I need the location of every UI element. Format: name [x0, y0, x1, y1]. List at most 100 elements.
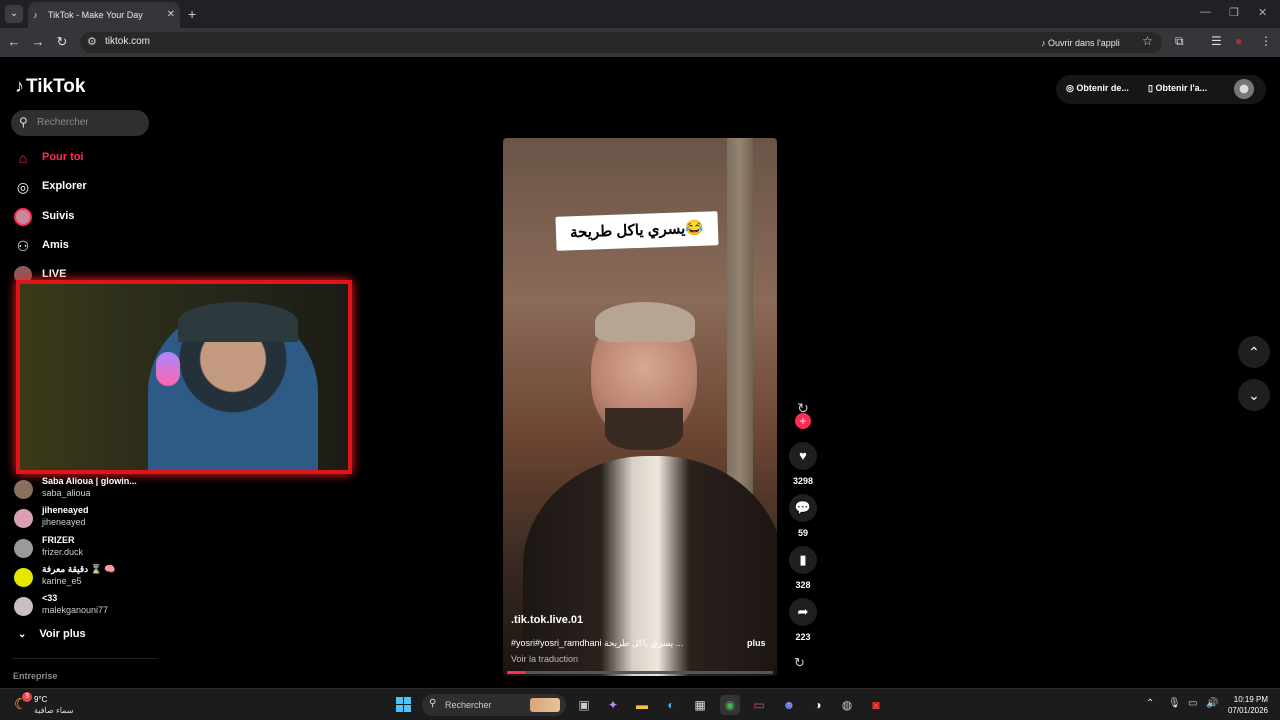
taskbar-search-placeholder: Rechercher: [445, 700, 492, 710]
open-in-app-button[interactable]: ♪ Ouvrir dans l'appli: [1036, 36, 1125, 51]
share-count: 223: [795, 632, 811, 642]
back-icon[interactable]: ←: [6, 34, 22, 50]
browser-menu-icon[interactable]: ⋮: [1260, 34, 1272, 48]
store-icon[interactable]: ▦: [690, 695, 710, 715]
following-account[interactable]: FRIZER frizer.duck: [14, 535, 164, 563]
like-button[interactable]: ♥: [789, 442, 817, 470]
comment-icon: 💬: [794, 500, 812, 515]
clock-date[interactable]: 07/01/2026: [1226, 706, 1268, 715]
video-player[interactable]: يسري ياكل طريحة😂 .tik.tok.live.01 #yosri…: [503, 138, 777, 676]
profile-icon[interactable]: ●: [1235, 34, 1242, 48]
streamer-cap: [178, 302, 298, 342]
nav-for-you[interactable]: ⌂ Pour toi: [14, 147, 164, 169]
account-handle: malekganouni77: [42, 605, 109, 615]
previous-video-button[interactable]: ⌃: [1238, 336, 1270, 368]
new-tab-button[interactable]: +: [188, 5, 196, 23]
volume-icon[interactable]: 🔊: [1206, 698, 1218, 709]
obs-icon[interactable]: ◑: [808, 695, 828, 715]
chrome-icon[interactable]: ◉: [720, 695, 740, 715]
windows-start-icon[interactable]: [396, 697, 412, 713]
video-sticker-text: يسري ياكل طريحة😂: [555, 211, 719, 251]
video-author[interactable]: .tik.tok.live.01: [511, 614, 583, 626]
see-translation-link[interactable]: Voir la traduction: [511, 654, 578, 664]
webcam-overlay: [16, 280, 352, 474]
get-app-button[interactable]: ▯ Obtenir l'a...: [1148, 83, 1207, 94]
comment-button[interactable]: 💬: [789, 494, 817, 522]
footer-entreprise[interactable]: Entreprise: [13, 671, 58, 681]
video-progress-bar[interactable]: [507, 671, 773, 674]
start-tile: [404, 705, 411, 712]
nav-friends[interactable]: ⚇ Amis: [14, 235, 164, 257]
microphone-icon[interactable]: 🎙: [1168, 698, 1181, 709]
site-info-icon[interactable]: ⚙: [87, 35, 97, 48]
following-account[interactable]: دقيقة معرفة ⌛ 🧠 karine_e5: [14, 564, 164, 592]
tab-close-icon[interactable]: ✕: [167, 2, 175, 28]
tiktok-logo[interactable]: ♪ TikTok: [15, 76, 85, 98]
following-account[interactable]: jiheneayed jiheneayed: [14, 505, 164, 533]
browser-toolbar: ← → ↻ ⚙ tiktok.com ♪ Ouvrir dans l'appli…: [0, 28, 1280, 57]
avatar: [14, 509, 33, 528]
start-tile: [404, 697, 411, 704]
address-bar[interactable]: ⚙ tiktok.com ♪ Ouvrir dans l'appli ☆: [80, 32, 1162, 53]
account-name: <33: [42, 593, 58, 603]
home-icon: ⌂: [18, 150, 28, 166]
discord-icon[interactable]: ☻: [779, 695, 799, 715]
reading-list-icon[interactable]: ☰: [1211, 34, 1222, 48]
nav-explore[interactable]: ◎ Explorer: [14, 176, 164, 198]
maximize-icon[interactable]: ❐: [1229, 6, 1239, 19]
browser-tab[interactable]: ♪ TikTok - Make Your Day ✕: [28, 2, 180, 28]
comment-count: 59: [797, 528, 808, 538]
following-account[interactable]: <33 malekganouni77: [14, 593, 164, 621]
logo-text: TikTok: [26, 76, 86, 97]
search-input[interactable]: ⚲ Rechercher: [11, 110, 149, 136]
recording-app-icon[interactable]: ◙: [866, 695, 886, 715]
headset-glow: [156, 352, 180, 386]
file-explorer-icon[interactable]: ▬: [632, 695, 652, 715]
music-disc-icon[interactable]: ↻: [794, 655, 805, 671]
chevron-down-icon: ⌄: [1248, 387, 1260, 403]
user-avatar[interactable]: [1234, 79, 1254, 99]
tray-expand-icon[interactable]: ⌃: [1146, 698, 1154, 709]
see-more-button[interactable]: ⌄ Voir plus: [18, 628, 86, 640]
chevron-up-icon: ⌃: [1248, 344, 1260, 360]
get-coins-button[interactable]: ◎ Obtenir de...: [1066, 83, 1129, 94]
task-view-icon[interactable]: ▣: [574, 695, 594, 715]
bookmark-star-icon[interactable]: ☆: [1142, 34, 1153, 48]
following-account[interactable]: Saba Alioua | glowin... saba_alioua: [14, 476, 164, 504]
tiktok-note-icon: ♪: [15, 76, 24, 96]
network-icon[interactable]: ▭: [1188, 698, 1197, 709]
taskbar-search[interactable]: ⚲ Rechercher: [422, 694, 566, 716]
clock-time[interactable]: 10:19 PM: [1232, 695, 1268, 704]
description-more-button[interactable]: plus: [747, 638, 766, 648]
forward-icon[interactable]: →: [30, 34, 46, 50]
nav-following[interactable]: Suivis: [14, 206, 164, 228]
account-handle: karine_e5: [42, 576, 82, 586]
next-video-button[interactable]: ⌄: [1238, 379, 1270, 411]
copilot-icon[interactable]: ✦: [603, 695, 623, 715]
person-beard: [605, 408, 683, 450]
minimize-icon[interactable]: —: [1200, 6, 1211, 18]
url-text: tiktok.com: [105, 36, 151, 47]
top-right-actions: ◎ Obtenir de... ▯ Obtenir l'a...: [1056, 75, 1266, 104]
video-description: #yosri#yosri_ramdhani يسري ياكل طريحة ..…: [511, 638, 684, 648]
start-tile: [396, 697, 403, 704]
steam-icon[interactable]: ◍: [837, 695, 857, 715]
search-placeholder: Rechercher: [37, 117, 89, 128]
share-button[interactable]: ➦: [789, 598, 817, 626]
browser-tab-bar: ⌄ ♪ TikTok - Make Your Day ✕ + — ❐ ✕: [0, 0, 1280, 28]
save-button[interactable]: ▮: [789, 546, 817, 574]
media-app-icon[interactable]: ▭: [749, 695, 769, 715]
follow-plus-icon[interactable]: +: [795, 413, 811, 429]
sidebar-divider: [12, 658, 158, 659]
edge-icon[interactable]: ◐: [661, 695, 681, 715]
extensions-icon[interactable]: ⧉: [1175, 34, 1184, 49]
share-icon: ➦: [797, 604, 809, 619]
get-coins-label: Obtenir de...: [1076, 83, 1129, 93]
tab-list-button[interactable]: ⌄: [5, 5, 23, 23]
reload-icon[interactable]: ↻: [54, 34, 70, 50]
window-close-icon[interactable]: ✕: [1258, 6, 1267, 19]
person-hair: [595, 302, 695, 342]
account-name: FRIZER: [42, 535, 75, 545]
chevron-down-icon: ⌄: [18, 629, 27, 640]
weather-temperature: 9°C: [34, 695, 48, 704]
